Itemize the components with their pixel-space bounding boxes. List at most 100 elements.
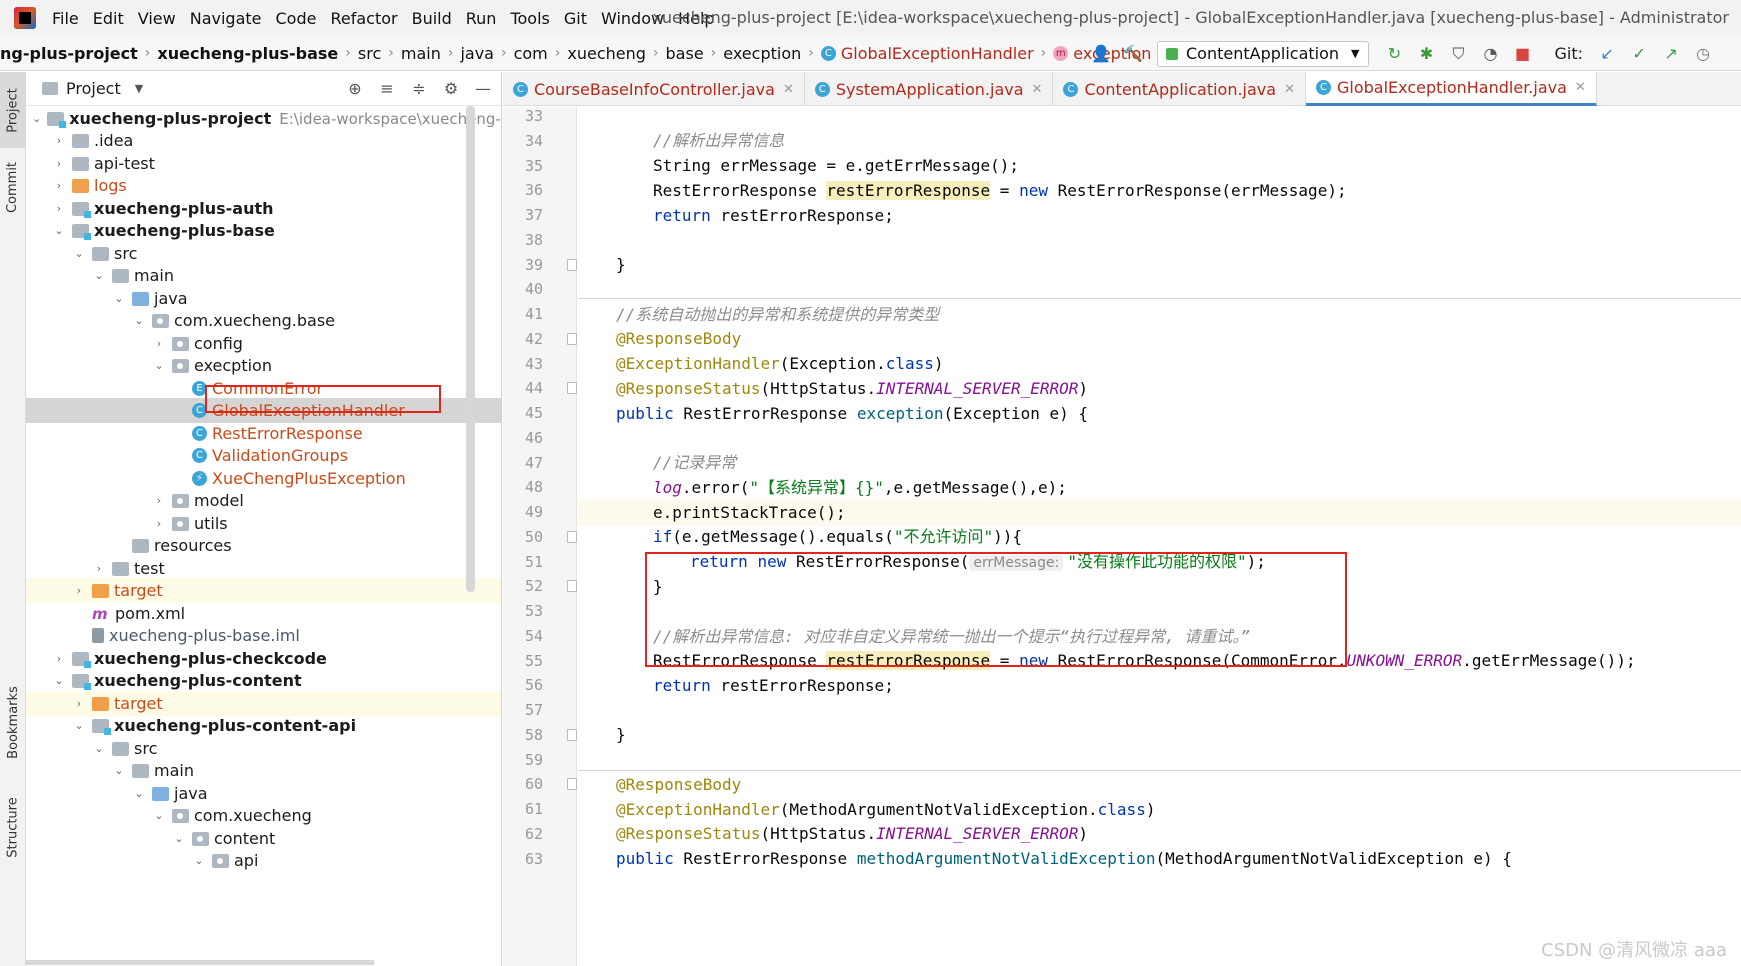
chevron-down-icon[interactable]: ⌄ — [32, 112, 41, 125]
coverage-icon[interactable]: ⛉ — [1449, 44, 1469, 64]
breadcrumb-project[interactable]: ng-plus-project — [0, 44, 138, 63]
breadcrumb-execption[interactable]: execption — [723, 44, 801, 63]
tab-globalexceptionhandler[interactable]: C GlobalExceptionHandler.java ✕ — [1305, 72, 1597, 106]
chevron-right-icon[interactable]: › — [152, 337, 166, 350]
breadcrumb-class[interactable]: GlobalExceptionHandler — [841, 44, 1034, 63]
tool-tab-commit[interactable]: Commit — [0, 152, 26, 222]
git-push-icon[interactable]: ↗ — [1661, 44, 1681, 64]
tree-row-main[interactable]: ⌄ main — [26, 263, 501, 288]
minimize-icon[interactable]: — — [473, 79, 493, 99]
chevron-right-icon[interactable]: › — [52, 202, 66, 215]
locate-icon[interactable]: ⊕ — [345, 79, 365, 99]
rerun-icon[interactable]: ↻ — [1385, 44, 1405, 64]
chevron-right-icon[interactable]: › — [152, 517, 166, 530]
chevron-down-icon[interactable]: ⌄ — [92, 269, 106, 282]
chevron-down-icon[interactable]: ⌄ — [92, 742, 106, 755]
menu-file[interactable]: File — [52, 9, 79, 28]
menu-run[interactable]: Run — [466, 9, 497, 28]
chevron-down-icon[interactable]: ⌄ — [52, 674, 66, 687]
tree-row-package-base[interactable]: ⌄ com.xuecheng.base — [26, 308, 501, 333]
tab-contentapplication[interactable]: C ContentApplication.java ✕ — [1053, 72, 1306, 106]
fold-marker-icon[interactable] — [567, 580, 577, 592]
tree-horizontal-scrollbar[interactable] — [26, 960, 374, 965]
chevron-down-icon[interactable]: ⌄ — [72, 719, 86, 732]
expand-all-icon[interactable]: ≡ — [377, 79, 397, 99]
tree-scrollbar[interactable] — [466, 106, 475, 592]
chevron-right-icon[interactable]: › — [52, 134, 66, 147]
fold-marker-icon[interactable] — [567, 778, 577, 790]
close-icon[interactable]: ✕ — [1032, 82, 1043, 97]
chevron-right-icon[interactable]: › — [52, 652, 66, 665]
tree-row-content-api-module[interactable]: ⌄ xuecheng-plus-content-api — [26, 713, 501, 738]
fold-marker-icon[interactable] — [567, 333, 577, 345]
chevron-down-icon[interactable]: ⌄ — [132, 314, 146, 327]
chevron-down-icon[interactable]: ⌄ — [52, 224, 66, 237]
chevron-down-icon[interactable]: ⌄ — [152, 809, 166, 822]
git-update-icon[interactable]: ↙ — [1597, 44, 1617, 64]
breadcrumb-java[interactable]: java — [460, 44, 494, 63]
chevron-down-icon[interactable]: ▼ — [135, 82, 143, 95]
tab-systemapplication[interactable]: C SystemApplication.java ✕ — [805, 72, 1054, 106]
fold-marker-icon[interactable] — [567, 729, 577, 741]
tree-row-iml[interactable]: xuecheng-plus-base.iml — [26, 623, 501, 648]
run-configuration-select[interactable]: ContentApplication ▼ — [1157, 40, 1369, 67]
tree-row-logs[interactable]: › logs — [26, 173, 501, 198]
tool-tab-project[interactable]: Project — [0, 72, 26, 148]
close-icon[interactable]: ✕ — [1575, 80, 1586, 95]
fold-marker-icon[interactable] — [567, 531, 577, 543]
chevron-right-icon[interactable]: › — [52, 157, 66, 170]
close-icon[interactable]: ✕ — [1284, 82, 1295, 97]
tree-row-idea[interactable]: › .idea — [26, 128, 501, 153]
breadcrumb-src[interactable]: src — [358, 44, 381, 63]
tab-coursebaseinfocontroller[interactable]: C CourseBaseInfoController.java ✕ — [503, 72, 805, 106]
menu-navigate[interactable]: Navigate — [190, 9, 262, 28]
chevron-down-icon[interactable]: ⌄ — [112, 764, 126, 777]
tree-row-api-main[interactable]: ⌄ main — [26, 758, 501, 783]
tree-row-globalexceptionhandler[interactable]: C GlobalExceptionHandler — [26, 398, 501, 423]
tree-row-content-module[interactable]: ⌄ xuecheng-plus-content — [26, 668, 501, 693]
menu-view[interactable]: View — [138, 9, 176, 28]
tool-tab-structure[interactable]: Structure — [0, 782, 26, 872]
menu-refactor[interactable]: Refactor — [330, 9, 397, 28]
gear-icon[interactable]: ⚙ — [441, 79, 461, 99]
chevron-down-icon[interactable]: ⌄ — [152, 359, 166, 372]
stop-icon[interactable]: ■ — [1513, 44, 1533, 64]
tree-row-model[interactable]: › model — [26, 488, 501, 513]
debug-icon[interactable]: ✱ — [1417, 44, 1437, 64]
code-editor[interactable]: 33 34 35 36 37 38 39 40 41 42 43 44 45 46 47 48 49 50 51 52… — [503, 107, 1741, 966]
chevron-down-icon[interactable]: ⌄ — [192, 854, 206, 867]
git-commit-icon[interactable]: ✓ — [1629, 44, 1649, 64]
breadcrumb-xuecheng[interactable]: xuecheng — [567, 44, 646, 63]
build-hammer-icon[interactable]: 🔨 — [1123, 44, 1143, 64]
collapse-all-icon[interactable]: ≑ — [409, 79, 429, 99]
fold-marker-icon[interactable] — [567, 259, 577, 271]
tree-row-base-module[interactable]: ⌄ xuecheng-plus-base — [26, 218, 501, 243]
menu-build[interactable]: Build — [412, 9, 452, 28]
chevron-down-icon[interactable]: ⌄ — [112, 292, 126, 305]
history-icon[interactable]: ◷ — [1693, 44, 1713, 64]
close-icon[interactable]: ✕ — [783, 82, 794, 97]
tree-row-target[interactable]: › target — [26, 578, 501, 603]
tree-row-resources[interactable]: resources — [26, 533, 501, 558]
breadcrumb-com[interactable]: com — [514, 44, 548, 63]
breadcrumb-base[interactable]: base — [666, 44, 704, 63]
project-panel-title[interactable]: Project — [66, 79, 121, 98]
tree-row-execption[interactable]: ⌄ execption — [26, 353, 501, 378]
chevron-right-icon[interactable]: › — [52, 179, 66, 192]
tree-row-validationgroups[interactable]: C ValidationGroups — [26, 443, 501, 468]
menu-edit[interactable]: Edit — [93, 9, 124, 28]
menu-git[interactable]: Git — [564, 9, 587, 28]
menu-code[interactable]: Code — [276, 9, 317, 28]
chevron-down-icon[interactable]: ⌄ — [172, 832, 186, 845]
chevron-right-icon[interactable]: › — [92, 562, 106, 575]
profile-icon[interactable]: ◔ — [1481, 44, 1501, 64]
breadcrumb-module[interactable]: xuecheng-plus-base — [157, 44, 338, 63]
tool-tab-bookmarks[interactable]: Bookmarks — [0, 677, 26, 767]
chevron-down-icon[interactable]: ⌄ — [132, 787, 146, 800]
fold-marker-icon[interactable] — [567, 382, 577, 394]
user-icon[interactable]: 👤 — [1091, 44, 1111, 64]
chevron-right-icon[interactable]: › — [72, 584, 86, 597]
tree-row-api[interactable]: ⌄ api — [26, 848, 501, 873]
menu-tools[interactable]: Tools — [510, 9, 549, 28]
tree-row-com-xuecheng[interactable]: ⌄ com.xuecheng — [26, 803, 501, 828]
